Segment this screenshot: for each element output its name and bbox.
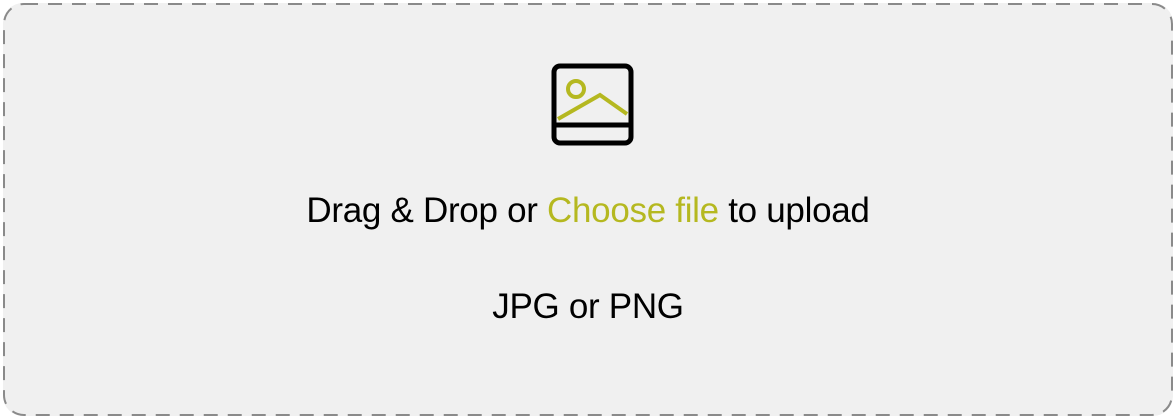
upload-dropzone[interactable]: Drag & Drop or Choose file to upload JPG… (3, 3, 1173, 416)
choose-file-link[interactable]: Choose file (547, 191, 719, 230)
accepted-formats: JPG or PNG (492, 287, 684, 326)
prompt-text-before: Drag & Drop or (306, 191, 548, 230)
upload-prompt: Drag & Drop or Choose file to upload (3, 187, 1173, 235)
image-icon (551, 63, 634, 146)
prompt-text-after: to upload (718, 191, 870, 230)
